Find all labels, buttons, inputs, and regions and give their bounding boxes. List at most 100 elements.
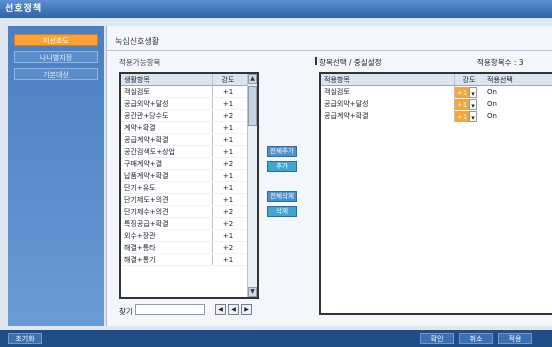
list-item-weight: +2 [222,112,234,120]
first-page-button[interactable]: ◀ [215,304,226,315]
scroll-down-icon[interactable]: ▼ [248,287,257,297]
list-scrollbar[interactable]: ▲ ▼ [247,74,257,297]
list-item-weight: +1 [222,184,234,192]
weight-value: +1 [455,110,469,122]
weight-stepper[interactable]: +1 ▾ [455,98,483,110]
list-item[interactable]: 구매계약+결 +2 [121,158,257,170]
selected-header: 적용항목 강도 적용선택 [321,74,552,86]
list-item-name: 납품계약+확결 [121,170,213,181]
list-item-weight: +2 [222,208,234,216]
list-item-weight: +1 [222,148,234,156]
selected-items-table[interactable]: 적용항목 강도 적용선택 객실검토 +1 ▾ On 공급외약+달성 +1 ▾ On 공급계약+확… [319,72,552,315]
list-item[interactable]: 공간관+당수도 +2 [121,110,257,122]
remove-all-button[interactable]: 전체삭제 [267,191,297,202]
list-item-name: 공급계약+확결 [121,134,213,145]
list-item-name: 공급외약+달성 [121,98,213,109]
list-item[interactable]: 단기제도+의견 +1 [121,194,257,206]
list-item-weight: +1 [222,232,234,240]
list-item-name: 단기제도+의견 [121,194,213,205]
list-item[interactable]: 공급계약+확결 +1 [121,134,257,146]
next-page-button[interactable]: ▶ [241,304,252,315]
list-item-name: 해결+통타 [121,242,213,253]
header-applied-weight[interactable]: 강도 [455,74,483,85]
applied-item-name: 공급외약+달성 [321,98,455,110]
list-item-weight: +1 [222,100,234,108]
list-item-name: 특징공급+확결 [121,218,213,229]
applied-option[interactable]: On [483,98,543,110]
list-item-name: 공간관+당수도 [121,110,213,121]
caption-marker [315,57,317,65]
applied-count: 적용항목수 : 3 [477,58,524,67]
bottom-bar: 초기화 확인 취소 적용 [0,330,552,347]
list-item[interactable]: 특징공급+확결 +2 [121,218,257,230]
list-item-weight: +1 [222,256,234,264]
table-row[interactable]: 공급외약+달성 +1 ▾ On [321,98,552,110]
reset-button[interactable]: 초기화 [8,333,42,344]
header-applied-option[interactable]: 적용선택 [483,74,543,85]
applied-option[interactable]: On [483,110,543,122]
list-rows: 객실검토 +1 공급외약+달성 +1 공간관+당수도 +2 계약+확결 +1 공급계약+확결 +1… [121,86,257,266]
applied-item-name: 공급계약+확결 [321,110,455,122]
list-item[interactable]: 객실검토 +1 [121,86,257,98]
list-item-name: 계약+확결 [121,122,213,133]
spinner-icon[interactable]: ▾ [469,86,477,98]
remove-button[interactable]: 삭제 [267,206,297,217]
list-item-weight: +2 [222,220,234,228]
prev-page-button[interactable]: ◀ [228,304,239,315]
list-item-name: 공간검색도+상업 [121,146,213,157]
table-row[interactable]: 공급계약+확결 +1 ▾ On [321,110,552,122]
add-button[interactable]: 추가 [267,161,297,172]
scroll-up-icon[interactable]: ▲ [248,74,257,84]
list-item[interactable]: 단기+유도 +1 [121,182,257,194]
list-item-weight: +2 [222,244,234,252]
weight-stepper[interactable]: +1 ▾ [455,86,483,98]
list-item[interactable]: 공간검색도+상업 +1 [121,146,257,158]
sidebar-item-preference[interactable]: 미선호도 [14,34,98,46]
list-item-name: 객실검토 [121,86,213,97]
list-item-weight: +1 [222,172,234,180]
list-item[interactable]: 단기제수+의견 +2 [121,206,257,218]
list-item[interactable]: 계약+확결 +1 [121,122,257,134]
list-item-name: 구매계약+결 [121,158,213,169]
section-title: 녹십신호생활 [115,37,160,46]
list-item[interactable]: 해결+통기 +1 [121,254,257,266]
available-items-list[interactable]: 생활항목 강도 객실검토 +1 공급외약+달성 +1 공간관+당수도 +2 계약+확결 +1 공… [119,72,259,299]
sidebar-item-special[interactable]: 나니별지정 [14,51,98,63]
apply-button[interactable]: 적용 [498,333,532,344]
list-item-name: 해결+통기 [121,254,213,265]
spinner-icon[interactable]: ▾ [469,98,477,110]
sidebar-item-default[interactable]: 기본대상 [14,68,98,80]
list-item[interactable]: 납품계약+확결 +1 [121,170,257,182]
spinner-icon[interactable]: ▾ [469,110,477,122]
list-item-weight: +1 [222,136,234,144]
list-item-weight: +1 [222,88,234,96]
list-item[interactable]: 해결+통타 +2 [121,242,257,254]
list-item-weight: +1 [222,124,234,132]
header-item[interactable]: 생활항목 [121,74,213,85]
applied-item-name: 객실검토 [321,86,455,98]
divider [107,50,552,51]
list-item[interactable]: 공급외약+달성 +1 [121,98,257,110]
weight-stepper[interactable]: +1 ▾ [455,110,483,122]
weight-value: +1 [455,98,469,110]
sidebar: 미선호도 나니별지정 기본대상 [8,26,104,326]
scroll-thumb[interactable] [248,86,257,126]
list-item[interactable]: 외수+장관 +1 [121,230,257,242]
list-item-weight: +1 [222,196,234,204]
main-panel: 녹십신호생활 적용가능항목 생활항목 강도 객실검토 +1 공급외약+달성 +1 공간관… [106,26,552,326]
available-items-caption: 적용가능항목 [119,58,161,67]
header-applied-item[interactable]: 적용항목 [321,74,455,85]
applied-option[interactable]: On [483,86,543,98]
header-weight[interactable]: 강도 [213,74,243,85]
table-row[interactable]: 객실검토 +1 ▾ On [321,86,552,98]
list-item-name: 단기+유도 [121,182,213,193]
search-label: 찾기 [119,307,133,316]
list-header: 생활항목 강도 [121,74,257,86]
confirm-button[interactable]: 확인 [420,333,454,344]
search-input[interactable] [135,304,205,315]
add-all-button[interactable]: 전체추가 [267,146,297,157]
cancel-button[interactable]: 취소 [459,333,493,344]
list-item-name: 외수+장관 [121,230,213,241]
list-item-name: 단기제수+의견 [121,206,213,217]
weight-value: +1 [455,86,469,98]
